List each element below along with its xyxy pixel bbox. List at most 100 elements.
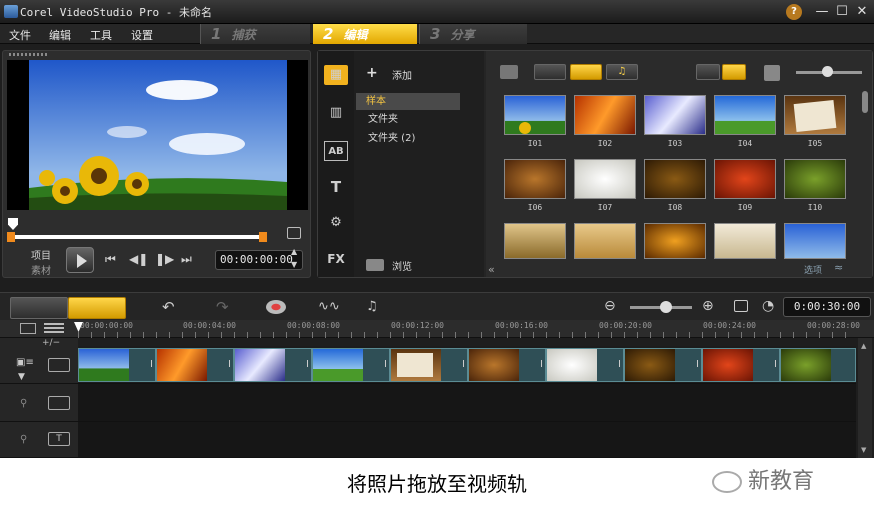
menu-edit[interactable]: 编辑 xyxy=(49,27,71,43)
menu-settings[interactable]: 设置 xyxy=(131,27,153,43)
timeline-clip[interactable] xyxy=(780,348,856,382)
library-thumbnail-i03[interactable] xyxy=(644,95,706,135)
previous-frame-icon[interactable]: ◀❚ xyxy=(129,252,148,266)
timeline-ruler[interactable]: 00:00:00:00 00:00:04:00 00:00:08:00 00:0… xyxy=(0,320,874,338)
library-thumbnail-i08[interactable] xyxy=(644,159,706,199)
project-mode-label[interactable]: 项目 xyxy=(31,247,51,262)
library-thumbnail-i07[interactable] xyxy=(574,159,636,199)
add-folder-icon[interactable]: + xyxy=(366,65,378,81)
library-thumbnail-row3-3[interactable] xyxy=(644,223,706,259)
collapse-library-icon[interactable]: « xyxy=(488,263,495,276)
clip-mode-label[interactable]: 素材 xyxy=(31,262,51,277)
transition-marker[interactable]: I xyxy=(618,359,621,370)
tab-edit[interactable]: 2 编辑 xyxy=(313,24,417,44)
overlay-track-icon[interactable] xyxy=(48,396,70,410)
options-label[interactable]: 选项 xyxy=(804,263,822,276)
storyboard-view-button[interactable] xyxy=(10,297,68,319)
open-folder-icon[interactable] xyxy=(500,65,518,79)
ripple-edit-icon[interactable]: ⚲ xyxy=(20,398,27,409)
sound-mixer-icon[interactable]: ∿∿ xyxy=(318,299,340,314)
help-button[interactable]: ? xyxy=(786,4,802,20)
folder-item-folder[interactable]: 文件夹 xyxy=(368,111,472,128)
timeline-clip[interactable]: I xyxy=(78,348,156,382)
timecode-field[interactable]: 00:00:00:00 xyxy=(215,250,303,270)
transition-marker[interactable]: I xyxy=(540,359,543,370)
library-scrollbar[interactable] xyxy=(862,91,868,113)
transition-marker[interactable]: I xyxy=(696,359,699,370)
options-expand-icon[interactable]: ≈ xyxy=(834,261,843,274)
video-track-icon[interactable] xyxy=(48,358,70,372)
library-thumbnail-i02[interactable] xyxy=(574,95,636,135)
transition-marker[interactable]: I xyxy=(462,359,465,370)
close-button[interactable]: ✕ xyxy=(852,3,872,21)
tab-share[interactable]: 3 分享 xyxy=(419,24,527,44)
scroll-down-icon[interactable]: ▼ xyxy=(861,446,866,454)
library-thumbnail-i06[interactable] xyxy=(504,159,566,199)
filter-fx-icon[interactable]: FX xyxy=(324,249,348,269)
redo-icon[interactable]: ↷ xyxy=(216,298,229,316)
library-thumbnail-i04[interactable] xyxy=(714,95,776,135)
browse-label[interactable]: 浏览 xyxy=(392,258,412,273)
timeline-clip[interactable]: I xyxy=(624,348,702,382)
library-thumbnail-i09[interactable] xyxy=(714,159,776,199)
undo-icon[interactable]: ↶ xyxy=(162,298,175,316)
next-frame-icon[interactable]: ❚▶ xyxy=(155,252,174,266)
library-thumbnail-i10[interactable] xyxy=(784,159,846,199)
timecode-down-icon[interactable]: ▼ xyxy=(291,260,297,269)
menu-tools[interactable]: 工具 xyxy=(90,27,112,43)
scrubber-bar[interactable] xyxy=(11,235,263,239)
fit-project-icon[interactable] xyxy=(734,300,748,312)
timecode-up-icon[interactable]: ▲ xyxy=(291,247,297,256)
zoom-out-icon[interactable]: ⊖ xyxy=(604,298,616,314)
library-thumbnail-i01[interactable] xyxy=(504,95,566,135)
panel-grip[interactable] xyxy=(9,53,49,56)
folder-item-sample[interactable]: 样本 xyxy=(356,93,460,110)
graphic-icon[interactable]: ⚙ xyxy=(324,213,348,233)
show-videos-button[interactable] xyxy=(534,64,566,80)
transition-marker[interactable]: I xyxy=(228,359,231,370)
menu-file[interactable]: 文件 xyxy=(9,27,31,43)
show-audio-button[interactable]: ♫ xyxy=(606,64,638,80)
enlarge-preview-icon[interactable] xyxy=(287,227,301,239)
library-thumbnail-row3-4[interactable] xyxy=(714,223,776,259)
add-folder-label[interactable]: 添加 xyxy=(392,67,412,82)
title-track[interactable] xyxy=(78,422,856,458)
browse-icon[interactable] xyxy=(366,259,384,271)
tab-capture[interactable]: 1 捕获 xyxy=(200,24,310,44)
transition-marker[interactable]: I xyxy=(306,359,309,370)
library-thumbnail-i05[interactable] xyxy=(784,95,846,135)
overlay-track[interactable] xyxy=(78,384,856,422)
sort-icon[interactable] xyxy=(764,65,780,81)
folder-item-folder-2[interactable]: 文件夹 (2) xyxy=(368,130,472,147)
media-category-icon[interactable]: ▦ xyxy=(324,65,348,85)
timeline-clip[interactable]: I xyxy=(312,348,390,382)
timeline-scrollbar[interactable]: ▲ ▼ xyxy=(858,338,872,458)
video-track[interactable]: I I I I I I I I I xyxy=(78,346,856,384)
title-track-icon[interactable]: T xyxy=(48,432,70,446)
zoom-in-icon[interactable]: ⊕ xyxy=(702,298,714,314)
chapter-list-icon[interactable] xyxy=(44,323,64,334)
instant-project-icon[interactable]: ▥ xyxy=(324,103,348,123)
minimize-button[interactable]: — xyxy=(812,3,832,21)
transition-icon[interactable]: AB xyxy=(324,141,348,161)
auto-music-icon[interactable]: ♫ xyxy=(366,299,378,314)
show-photos-button[interactable] xyxy=(570,64,602,80)
library-thumbnail-row3-2[interactable] xyxy=(574,223,636,259)
track-manager-icon[interactable] xyxy=(20,323,36,334)
scrubber-playhead[interactable] xyxy=(8,218,18,230)
library-thumbnail-row3-5[interactable] xyxy=(784,223,846,259)
timeline-view-button[interactable] xyxy=(68,297,126,319)
title-icon[interactable]: T xyxy=(324,177,348,197)
maximize-button[interactable]: ☐ xyxy=(832,3,852,21)
trim-end-marker[interactable] xyxy=(259,232,267,242)
library-thumbnail-row3-1[interactable] xyxy=(504,223,566,259)
timeline-clip[interactable]: I xyxy=(546,348,624,382)
timeline-clip[interactable]: I xyxy=(468,348,546,382)
list-view-button[interactable] xyxy=(696,64,720,80)
go-to-end-icon[interactable]: ⏭ xyxy=(181,252,192,267)
go-to-start-icon[interactable]: ⏮ xyxy=(105,252,116,267)
transition-marker[interactable]: I xyxy=(384,359,387,370)
timeline-clip[interactable]: I xyxy=(702,348,780,382)
ripple-edit-icon[interactable]: ⚲ xyxy=(20,434,27,445)
ripple-dropdown-icon[interactable]: ▼ xyxy=(18,372,25,382)
